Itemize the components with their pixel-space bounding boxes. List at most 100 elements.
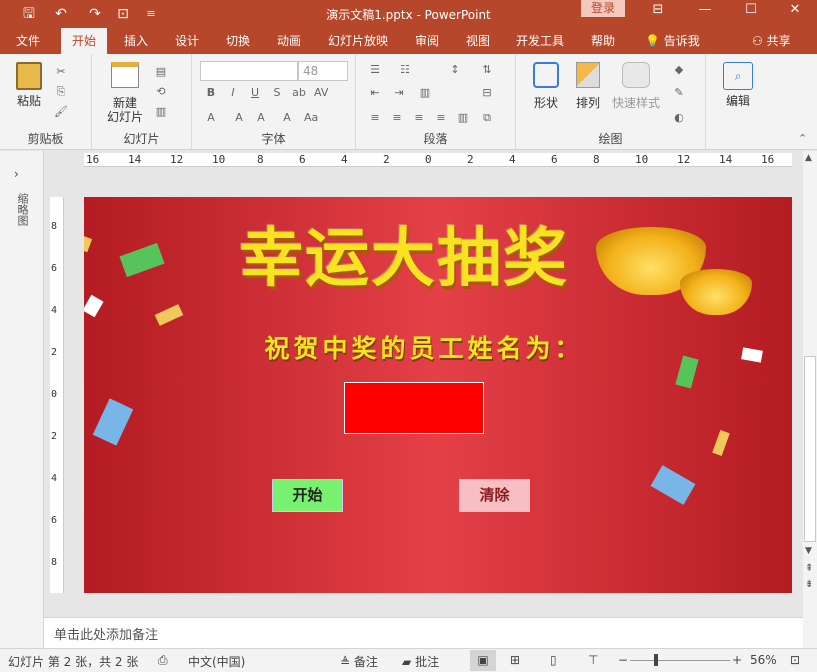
tab-animations[interactable]: 动画	[277, 32, 301, 49]
clear-format-icon[interactable]: A	[280, 112, 294, 124]
reading-view-icon[interactable]: ▯	[550, 653, 557, 667]
font-name-field[interactable]	[200, 61, 298, 81]
close-icon[interactable]: ✕	[773, 0, 817, 28]
tab-insert[interactable]: 插入	[124, 32, 148, 49]
shapes-button[interactable]: 形状	[528, 62, 564, 110]
status-bar: 幻灯片 第 2 张，共 2 张 ⎙ 中文(中国) ≜ 备注 ▰ 批注 ▣ ⊞ ▯…	[0, 648, 817, 672]
winner-name-box[interactable]	[344, 382, 484, 434]
spacing-icon[interactable]: AV	[314, 87, 328, 99]
change-case-icon[interactable]: Aa	[304, 112, 318, 124]
effects-icon[interactable]: ◐	[672, 112, 686, 124]
zoom-out-icon[interactable]: −	[618, 653, 628, 667]
expand-thumbnails-icon[interactable]: ›	[14, 167, 19, 181]
strikethrough-icon[interactable]: ab	[292, 87, 306, 99]
increase-indent-icon[interactable]: ⇥	[392, 87, 406, 99]
maximize-icon[interactable]: ☐	[729, 0, 773, 28]
columns-icon[interactable]: ▥	[418, 87, 432, 99]
previous-slide-icon[interactable]: ⇞	[805, 563, 813, 574]
align-right-icon[interactable]: ≡	[412, 112, 426, 124]
tab-transitions[interactable]: 切换	[226, 32, 250, 49]
align-left-icon[interactable]: ≡	[368, 112, 382, 124]
copy-icon[interactable]: ⎘	[54, 86, 68, 98]
smartart-icon[interactable]: ⧉	[480, 112, 494, 124]
tab-slideshow[interactable]: 幻灯片放映	[328, 32, 388, 49]
tab-view[interactable]: 视图	[466, 32, 490, 49]
paste-label: 粘贴	[16, 94, 41, 108]
slides-label: 幻灯片	[123, 132, 160, 146]
bold-icon[interactable]: B	[204, 87, 218, 99]
justify-icon[interactable]: ≡	[434, 112, 448, 124]
fill-icon[interactable]: ◆	[672, 64, 686, 76]
numbering-icon[interactable]: ☷	[398, 64, 412, 76]
reset-icon[interactable]: ⟲	[154, 86, 168, 98]
slide-sorter-icon[interactable]: ⊞	[510, 653, 520, 667]
notes-pane[interactable]: 单击此处添加备注	[44, 617, 803, 648]
tab-review[interactable]: 审阅	[415, 32, 439, 49]
fit-slide-icon[interactable]: ⊡	[790, 653, 800, 667]
shrink-font-icon[interactable]: A	[254, 112, 268, 124]
tell-me[interactable]: 💡 告诉我	[645, 32, 700, 49]
vertical-scrollbar[interactable]: ▲ ▼ ⇞ ⇟	[803, 151, 817, 648]
thumbnails-label[interactable]: 缩略图	[14, 193, 30, 226]
grow-font-icon[interactable]: A	[232, 112, 246, 124]
new-slide-button[interactable]: 新建 幻灯片	[100, 62, 150, 124]
confetti-decoration	[154, 304, 184, 326]
tab-home[interactable]: 开始	[61, 28, 108, 54]
scroll-up-icon[interactable]: ▲	[805, 153, 812, 163]
underline-icon[interactable]: U	[248, 87, 262, 99]
minimize-icon[interactable]: —	[683, 0, 727, 28]
confetti-decoration	[84, 294, 104, 318]
italic-icon[interactable]: I	[226, 87, 240, 99]
arrange-label: 排列	[575, 96, 600, 110]
outline-icon[interactable]: ✎	[672, 87, 686, 99]
format-painter-icon[interactable]: 🖌	[54, 106, 68, 118]
line-spacing-icon[interactable]: ↕	[448, 64, 462, 76]
ruler-tick: 4	[509, 153, 516, 166]
clipboard-group: 粘贴 ✂ ⎘ 🖌 剪贴板	[0, 54, 92, 150]
editing-button[interactable]: ⌕ 编辑	[716, 62, 760, 108]
bullets-icon[interactable]: ☰	[368, 64, 382, 76]
share-button[interactable]: ⚇ 共享	[752, 32, 791, 49]
collapse-ribbon-icon[interactable]: ⌃	[798, 132, 807, 145]
paste-button[interactable]: 粘贴	[12, 62, 46, 108]
cut-icon[interactable]: ✂	[54, 66, 68, 78]
section-icon[interactable]: ▥	[154, 106, 168, 118]
zoom-in-icon[interactable]: +	[732, 653, 742, 667]
start-button[interactable]: 开始	[272, 479, 343, 512]
ribbon-tabs: 文件 开始 插入 设计 切换 动画 幻灯片放映 审阅 视图 开发工具 帮助 💡 …	[0, 28, 817, 54]
next-slide-icon[interactable]: ⇟	[805, 579, 813, 590]
scroll-down-icon[interactable]: ▼	[805, 546, 812, 556]
align-text-icon[interactable]: ⊟	[480, 87, 494, 99]
normal-view-icon[interactable]: ▣	[470, 650, 496, 671]
tab-developer[interactable]: 开发工具	[516, 32, 564, 49]
decrease-indent-icon[interactable]: ⇤	[368, 87, 382, 99]
distributed-icon[interactable]: ▥	[456, 112, 470, 124]
zoom-slider[interactable]	[630, 660, 730, 661]
notes-icon: ≜	[340, 655, 351, 669]
slideshow-view-icon[interactable]: ⊤	[588, 653, 598, 667]
font-size-field[interactable]: 48	[298, 61, 348, 81]
zoom-slider-thumb[interactable]	[654, 654, 658, 666]
text-direction-icon[interactable]: ⇅	[480, 64, 494, 76]
scroll-thumb[interactable]	[804, 356, 816, 542]
layout-icon[interactable]: ▤	[154, 66, 168, 78]
language-indicator[interactable]: 中文(中国)	[188, 653, 245, 670]
tab-help[interactable]: 帮助	[591, 32, 615, 49]
tab-design[interactable]: 设计	[175, 32, 199, 49]
notes-button[interactable]: ≜ 备注	[340, 653, 378, 670]
arrange-button[interactable]: 排列	[570, 62, 606, 110]
font-color-icon[interactable]: A	[204, 112, 218, 124]
ribbon-display-icon[interactable]: ⊟	[636, 0, 680, 28]
slide-canvas[interactable]: 幸运大抽奖 祝贺中奖的员工姓名为： 开始 清除	[84, 197, 792, 593]
zoom-level[interactable]: 56%	[750, 653, 777, 667]
align-center-icon[interactable]: ≡	[390, 112, 404, 124]
spelling-icon[interactable]: ⎙	[158, 653, 168, 668]
comments-button[interactable]: ▰ 批注	[402, 653, 439, 670]
login-button[interactable]: 登录	[581, 0, 625, 17]
ruler-tick: 12	[677, 153, 691, 166]
tab-file[interactable]: 文件	[16, 32, 40, 49]
shadow-icon[interactable]: S	[270, 87, 284, 99]
ruler-tick: 16	[86, 153, 100, 166]
quick-styles-button[interactable]: 快速样式	[608, 62, 664, 110]
clear-button[interactable]: 清除	[459, 479, 530, 512]
